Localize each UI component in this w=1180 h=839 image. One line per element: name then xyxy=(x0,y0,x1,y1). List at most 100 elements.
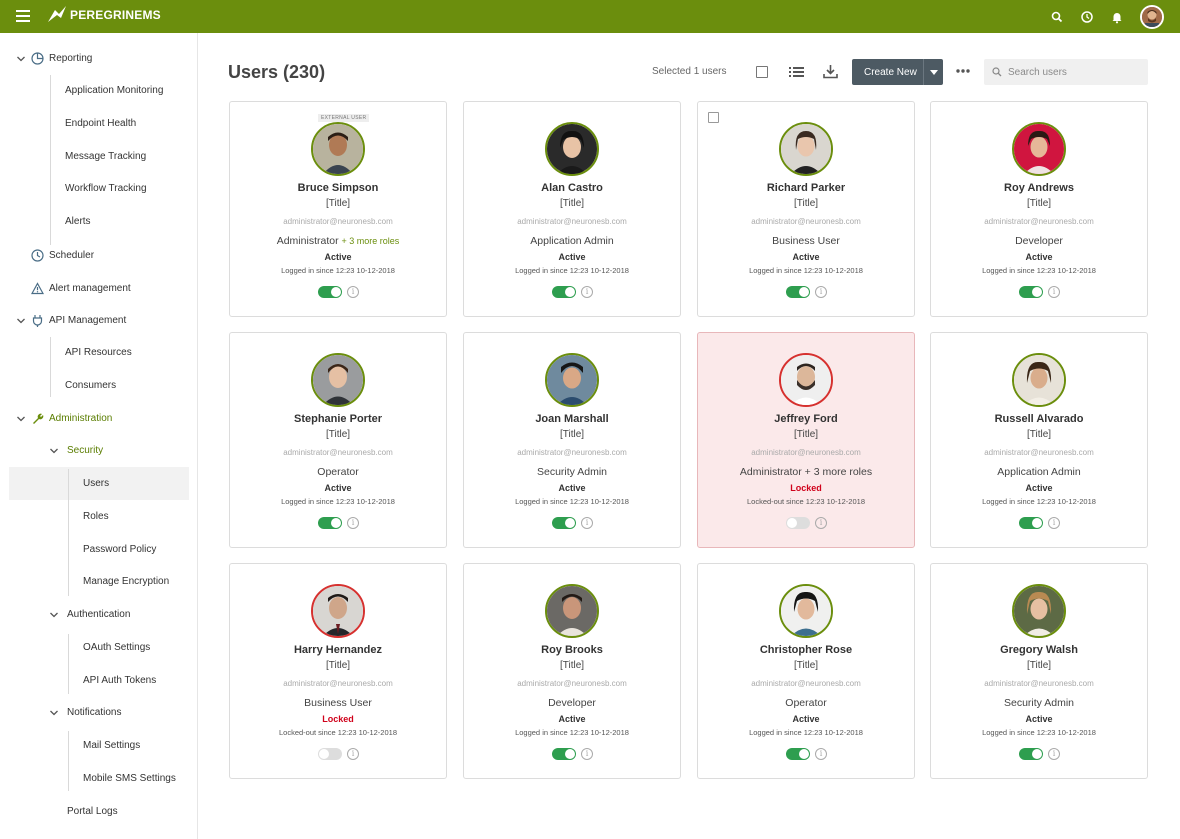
user-card[interactable]: Alan Castro [Title] administrator@neuron… xyxy=(463,101,681,317)
info-icon[interactable]: i xyxy=(815,517,827,529)
user-card[interactable]: Gregory Walsh [Title] administrator@neur… xyxy=(930,563,1148,779)
user-email: administrator@neuronesb.com xyxy=(751,217,861,226)
sidebar-item-consumers[interactable]: Consumers xyxy=(65,380,116,391)
user-title: [Title] xyxy=(559,660,585,671)
info-icon[interactable]: i xyxy=(1048,517,1060,529)
sidebar-item-message-tracking[interactable]: Message Tracking xyxy=(65,151,146,162)
sidebar-item-api-resources[interactable]: API Resources xyxy=(65,347,132,358)
user-card[interactable]: Roy Brooks [Title] administrator@neurone… xyxy=(463,563,681,779)
user-card[interactable]: Roy Andrews [Title] administrator@neuron… xyxy=(930,101,1148,317)
select-checkbox[interactable] xyxy=(708,112,719,123)
more-icon[interactable] xyxy=(956,69,970,73)
active-toggle[interactable] xyxy=(552,286,576,298)
user-card[interactable]: EXTERNAL USER Bruce Simpson [Title] admi… xyxy=(229,101,447,317)
info-icon[interactable]: i xyxy=(815,748,827,760)
create-new-label: Create New xyxy=(864,66,917,78)
info-icon[interactable]: i xyxy=(347,517,359,529)
info-icon[interactable]: i xyxy=(1048,748,1060,760)
sidebar-item-mail-settings[interactable]: Mail Settings xyxy=(83,740,140,751)
sidebar-item-label: Application Monitoring xyxy=(65,85,164,96)
sidebar-item-reporting[interactable]: Reporting xyxy=(16,52,92,65)
user-email: administrator@neuronesb.com xyxy=(283,448,393,457)
sidebar-item-security[interactable]: Security xyxy=(49,445,103,456)
active-toggle[interactable] xyxy=(1019,286,1043,298)
sidebar-item-authentication[interactable]: Authentication xyxy=(49,609,130,620)
info-icon[interactable]: i xyxy=(581,286,593,298)
sidebar-item-administration[interactable]: Administration xyxy=(16,412,112,425)
user-avatar[interactable] xyxy=(1140,4,1164,29)
user-card[interactable]: Jeffrey Ford [Title] administrator@neuro… xyxy=(697,332,915,548)
sidebar-item-alerts[interactable]: Alerts xyxy=(65,216,91,227)
chevron-down-icon[interactable] xyxy=(923,59,943,85)
sidebar-item-alert-management[interactable]: Alert management xyxy=(31,282,131,295)
more-roles-link[interactable]: + 3 more roles xyxy=(342,236,400,246)
info-icon[interactable]: i xyxy=(347,286,359,298)
download-icon[interactable] xyxy=(823,64,838,79)
sidebar-item-label: Reporting xyxy=(49,53,93,64)
user-card[interactable]: Harry Hernandez [Title] administrator@ne… xyxy=(229,563,447,779)
user-email: administrator@neuronesb.com xyxy=(283,217,393,226)
user-name: Gregory Walsh xyxy=(1000,644,1078,656)
info-icon[interactable]: i xyxy=(581,748,593,760)
sidebar-item-api-management[interactable]: API Management xyxy=(16,314,126,327)
logo-bird-icon xyxy=(48,6,66,22)
sidebar-item-portal-logs[interactable]: Portal Logs xyxy=(67,806,118,817)
user-role: Application Admin xyxy=(530,235,614,247)
select-all-checkbox[interactable] xyxy=(756,66,768,78)
brand-logo[interactable]: PEREGRINEMS xyxy=(46,4,161,26)
tree-line xyxy=(68,634,69,694)
sidebar-item-label: API Management xyxy=(49,315,127,326)
user-title: [Title] xyxy=(793,198,819,209)
sidebar-item-password-policy[interactable]: Password Policy xyxy=(83,544,156,555)
sidebar-item-application-monitoring[interactable]: Application Monitoring xyxy=(65,85,163,96)
login-time: Logged in since 12:23 10-12-2018 xyxy=(749,728,863,737)
clock-icon[interactable] xyxy=(1080,10,1094,24)
sidebar-item-notifications[interactable]: Notifications xyxy=(49,707,121,718)
sidebar-item-endpoint-health[interactable]: Endpoint Health xyxy=(65,118,136,129)
sidebar-item-roles[interactable]: Roles xyxy=(83,511,109,522)
list-view-icon[interactable] xyxy=(789,66,804,78)
user-card[interactable]: Russell Alvarado [Title] administrator@n… xyxy=(930,332,1148,548)
active-toggle[interactable] xyxy=(786,286,810,298)
avatar xyxy=(779,122,833,176)
user-role-label: Administrator xyxy=(276,235,339,247)
active-toggle[interactable] xyxy=(318,517,342,529)
menu-icon[interactable] xyxy=(16,10,30,22)
sidebar-item-oauth-settings[interactable]: OAuth Settings xyxy=(83,642,150,653)
sidebar-item-manage-encryption[interactable]: Manage Encryption xyxy=(83,576,169,587)
info-icon[interactable]: i xyxy=(581,517,593,529)
user-card[interactable]: Christopher Rose [Title] administrator@n… xyxy=(697,563,915,779)
active-toggle[interactable] xyxy=(786,748,810,760)
info-icon[interactable]: i xyxy=(815,286,827,298)
active-toggle[interactable] xyxy=(318,748,342,760)
sidebar-item-label: Scheduler xyxy=(49,250,95,261)
sidebar-item-users[interactable]: Users xyxy=(83,478,109,489)
info-icon[interactable]: i xyxy=(1048,286,1060,298)
sidebar-item-scheduler[interactable]: Scheduler xyxy=(31,249,94,262)
sidebar-item-mobile-sms-settings[interactable]: Mobile SMS Settings xyxy=(83,773,176,784)
sidebar-item-workflow-tracking[interactable]: Workflow Tracking xyxy=(65,183,147,194)
search-icon[interactable] xyxy=(1050,10,1064,24)
info-icon[interactable]: i xyxy=(347,748,359,760)
login-time: Logged in since 12:23 10-12-2018 xyxy=(982,497,1096,506)
sidebar-item-label: Mobile SMS Settings xyxy=(83,773,176,784)
status-badge: Active xyxy=(1025,252,1053,262)
search-input[interactable] xyxy=(1008,66,1138,78)
user-role: Security Admin xyxy=(1003,697,1075,709)
active-toggle[interactable] xyxy=(1019,748,1043,760)
active-toggle[interactable] xyxy=(318,286,342,298)
active-toggle[interactable] xyxy=(786,517,810,529)
chevron-down-icon xyxy=(17,56,25,61)
user-card[interactable]: Joan Marshall [Title] administrator@neur… xyxy=(463,332,681,548)
top-actions xyxy=(1042,0,1180,33)
active-toggle[interactable] xyxy=(552,748,576,760)
create-new-button[interactable]: Create New xyxy=(852,59,943,85)
active-toggle[interactable] xyxy=(1019,517,1043,529)
user-role: Business User xyxy=(772,235,840,247)
user-name: Richard Parker xyxy=(766,182,846,194)
user-card[interactable]: Stephanie Porter [Title] administrator@n… xyxy=(229,332,447,548)
user-card[interactable]: Richard Parker [Title] administrator@neu… xyxy=(697,101,915,317)
bell-icon[interactable] xyxy=(1110,10,1124,24)
active-toggle[interactable] xyxy=(552,517,576,529)
sidebar-item-api-auth-tokens[interactable]: API Auth Tokens xyxy=(83,675,156,686)
